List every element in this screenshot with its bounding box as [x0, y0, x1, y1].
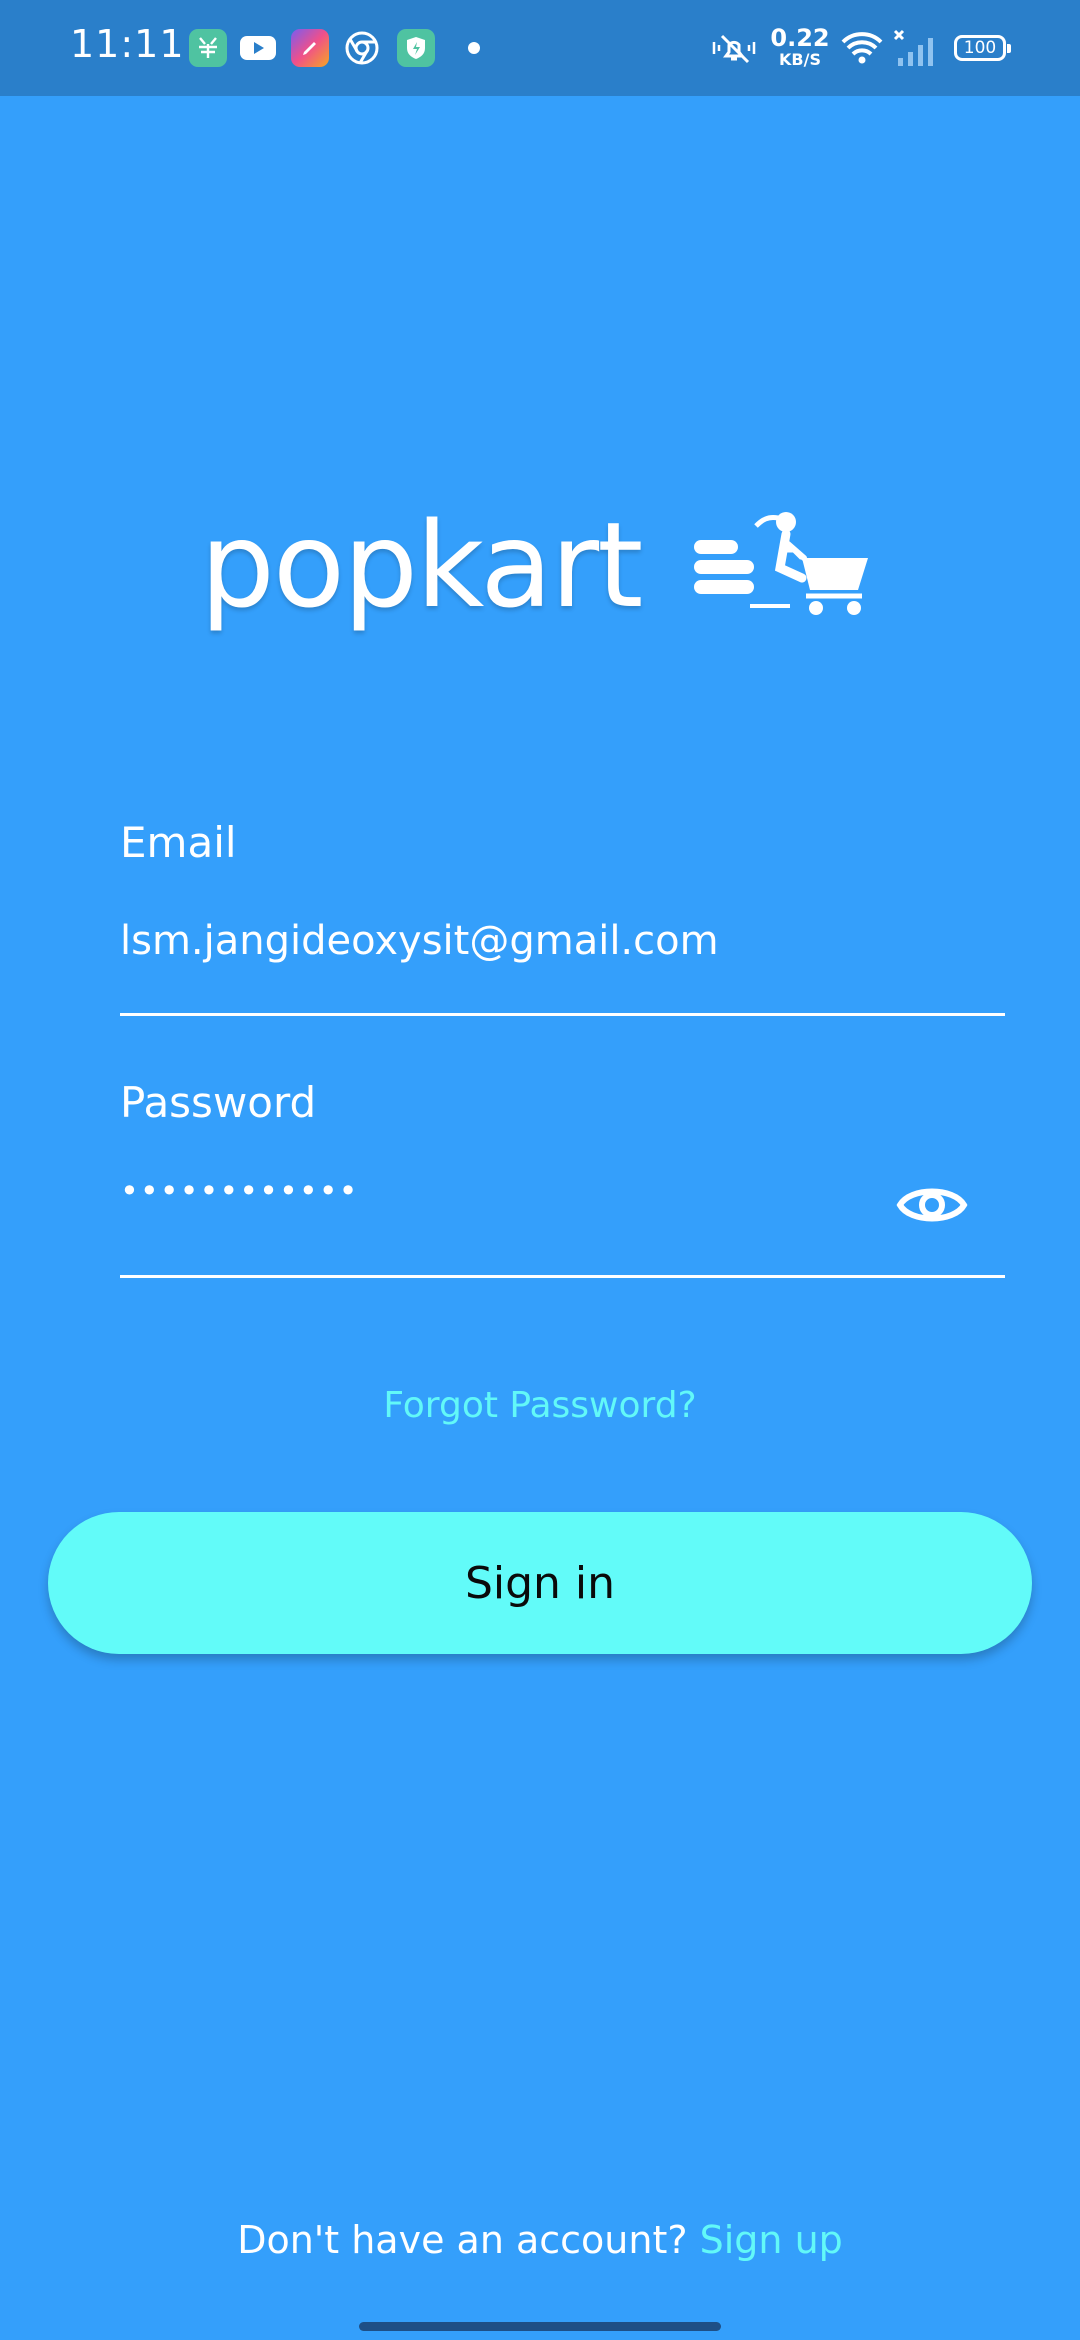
app-logo: popkart: [200, 490, 890, 640]
forgot-password-link[interactable]: Forgot Password?: [0, 1385, 1080, 1426]
no-signal-icon: [892, 28, 938, 72]
shopping-cart-icon: [694, 512, 868, 615]
signup-prompt: Don't have an account? Sign up: [0, 2218, 1080, 2262]
chinese-app-icon: [189, 29, 227, 67]
network-speed-unit: KB/S: [779, 50, 821, 69]
email-label: Email: [120, 818, 237, 867]
signup-prompt-text: Don't have an account?: [237, 2218, 700, 2262]
battery-level: 100: [963, 38, 997, 58]
email-field[interactable]: lsm.jangideoxysit@gmail.com: [120, 918, 719, 964]
email-underline: [120, 1013, 1005, 1016]
sign-up-link[interactable]: Sign up: [700, 2218, 843, 2262]
status-time: 11:11: [70, 22, 185, 66]
security-shield-icon: [397, 29, 435, 67]
wifi-icon: [840, 30, 884, 70]
pen-app-icon: [291, 29, 329, 67]
home-indicator[interactable]: [359, 2322, 721, 2331]
password-field[interactable]: ••••••••••••: [120, 1172, 359, 1210]
eye-icon[interactable]: [896, 1175, 968, 1235]
youtube-icon: [239, 29, 277, 67]
chrome-icon: [343, 29, 381, 67]
network-speed-value: 0.22: [770, 24, 830, 52]
notification-dot: [468, 42, 480, 54]
battery-icon: 100: [954, 35, 1011, 61]
password-label: Password: [120, 1078, 317, 1127]
sign-in-button[interactable]: Sign in: [48, 1512, 1032, 1654]
network-speed: 0.22 KB/S: [770, 26, 830, 68]
status-bar: 11:11 0.22 KB/S 100: [0, 0, 1080, 96]
mute-vibrate-icon: [710, 30, 758, 70]
password-underline: [120, 1275, 1005, 1278]
logo-text: popkart: [200, 496, 643, 634]
